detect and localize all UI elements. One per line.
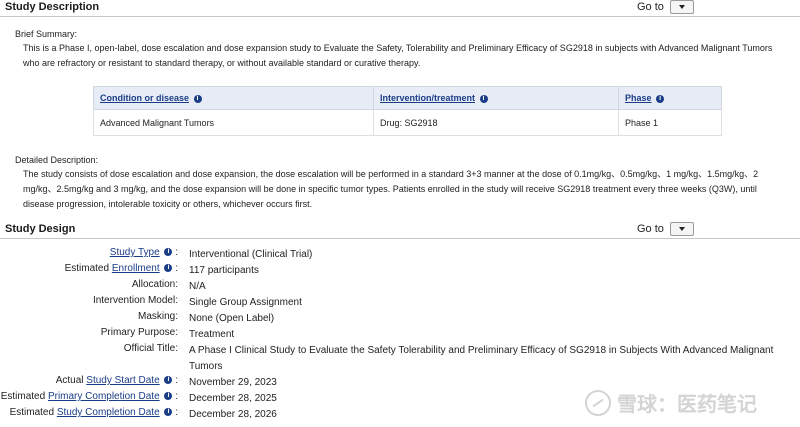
design-row-enrollment: Estimated Enrollment i : 117 participant… [0, 263, 800, 279]
intervention-cell: Drug: SG2918 [373, 109, 619, 136]
goto-control[interactable]: Go to [637, 0, 694, 14]
snowball-logo-icon [585, 389, 611, 416]
design-row-intervention-model: Intervention Model: Single Group Assignm… [0, 295, 800, 311]
info-icon[interactable]: i [656, 94, 665, 103]
design-key: Actual Study Start Date i : [55, 375, 178, 386]
design-value: A Phase I Clinical Study to Evaluate the… [189, 343, 789, 375]
design-value: Single Group Assignment [189, 297, 302, 308]
info-icon[interactable]: i [164, 248, 173, 257]
goto-dropdown-button[interactable] [669, 222, 694, 236]
table-row: Advanced Malignant Tumors Drug: SG2918 P… [93, 109, 722, 136]
watermark: 雪球：医药笔记 [585, 388, 757, 417]
brief-summary-line: who are refractory or resistant to stand… [23, 58, 421, 68]
design-key: Study Type i : [109, 247, 178, 258]
design-key: Allocation: [131, 279, 178, 290]
goto-dropdown-button[interactable] [669, 0, 694, 14]
conditions-table: Condition or disease i Intervention/trea… [93, 86, 722, 136]
official-title-line: A Phase I Clinical Study to Evaluate the… [189, 345, 774, 356]
design-value: Treatment [189, 329, 235, 340]
column-header-intervention[interactable]: Intervention/treatment i [373, 86, 619, 110]
design-row-official-title: Official Title: A Phase I Clinical Study… [0, 343, 800, 375]
info-icon[interactable]: i [164, 408, 173, 417]
primary-completion-date-link[interactable]: Primary Completion Date [48, 391, 160, 402]
detailed-line: The study consists of dose escalation an… [23, 169, 759, 179]
goto-label: Go to [637, 223, 664, 235]
design-row-study-type: Study Type i : Interventional (Clinical … [0, 247, 800, 263]
brief-summary-label: Brief Summary: [15, 29, 78, 39]
info-icon[interactable]: i [193, 94, 202, 103]
info-icon[interactable]: i [164, 392, 173, 401]
design-row-allocation: Allocation: N/A [0, 279, 800, 295]
detailed-line: disease progression, intolerable toxicit… [23, 199, 313, 209]
goto-control[interactable]: Go to [637, 222, 694, 236]
design-row-masking: Masking: None (Open Label) [0, 311, 800, 327]
phase-cell: Phase 1 [618, 109, 722, 136]
design-key: Masking: [137, 311, 178, 322]
watermark-text: 雪球：医药笔记 [617, 394, 757, 416]
design-value: 117 participants [189, 265, 259, 276]
table-header-row: Condition or disease i Intervention/trea… [93, 86, 722, 110]
chevron-down-icon [678, 5, 685, 9]
design-key: Primary Purpose: [100, 327, 178, 338]
brief-summary-line: This is a Phase I, open-label, dose esca… [23, 43, 773, 53]
design-value: None (Open Label) [189, 313, 275, 324]
study-description-header: Study Description Go to [0, 0, 800, 17]
design-key: Estimated Enrollment i : [64, 263, 178, 274]
section-title: Study Design [5, 223, 76, 235]
design-key: Estimated Study Completion Date i : [9, 407, 178, 418]
detailed-description-label: Detailed Description: [15, 155, 99, 165]
section-title: Study Description [5, 1, 100, 13]
design-key: Estimated Primary Completion Date i : [0, 391, 178, 402]
study-completion-date-link[interactable]: Study Completion Date [57, 407, 160, 418]
study-design-header: Study Design Go to [0, 222, 800, 239]
detailed-line: mg/kg、2.5mg/kg and 3 mg/kg, and the dose… [23, 184, 757, 194]
column-header-condition[interactable]: Condition or disease i [93, 86, 374, 110]
column-header-phase[interactable]: Phase i [618, 86, 722, 110]
info-icon[interactable]: i [164, 376, 173, 385]
design-value: Interventional (Clinical Trial) [189, 249, 313, 260]
design-key: Official Title: [123, 343, 178, 354]
info-icon[interactable]: i [164, 264, 173, 273]
condition-cell: Advanced Malignant Tumors [93, 109, 374, 136]
enrollment-link[interactable]: Enrollment [112, 263, 160, 274]
official-title-line: Tumors [189, 361, 223, 372]
brief-summary-text: This is a Phase I, open-label, dose esca… [23, 41, 793, 71]
design-key: Intervention Model: [92, 295, 178, 306]
info-icon[interactable]: i [479, 94, 488, 103]
study-type-link[interactable]: Study Type [110, 247, 160, 258]
design-value: N/A [189, 281, 206, 292]
design-row-primary-purpose: Primary Purpose: Treatment [0, 327, 800, 343]
detailed-description-text: The study consists of dose escalation an… [23, 167, 793, 212]
chevron-down-icon [678, 227, 685, 231]
study-start-date-link[interactable]: Study Start Date [86, 375, 159, 386]
goto-label: Go to [637, 1, 664, 13]
